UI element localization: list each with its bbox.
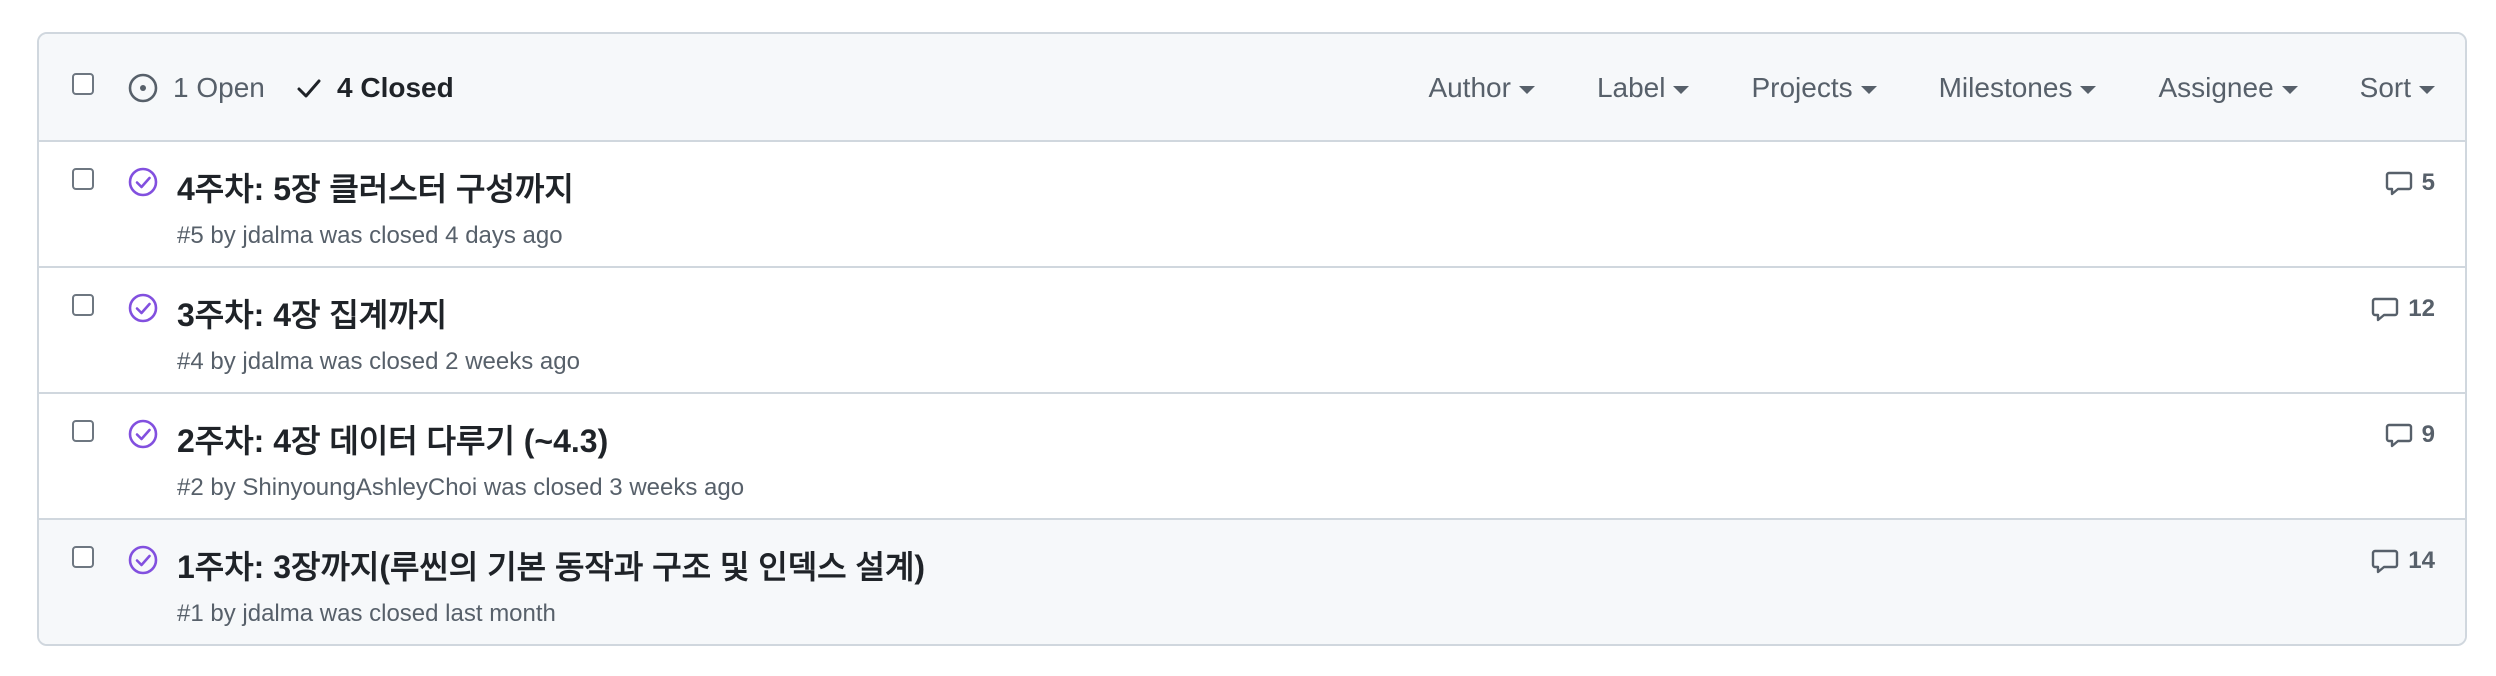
issue-comment-count: 5 xyxy=(2421,169,2435,196)
issue-opened-icon xyxy=(128,73,158,103)
issue-comments-link[interactable]: 9 xyxy=(2384,420,2435,450)
author-filter[interactable]: Author xyxy=(1428,72,1535,104)
caret-down-icon xyxy=(2281,86,2298,94)
issue-title-link[interactable]: 2주차: 4장 데이터 다루기 (~4.3) xyxy=(177,416,608,462)
issue-meta: #1 by jdalma was closed last month xyxy=(177,600,556,628)
issue-comment-count: 14 xyxy=(2408,547,2435,574)
caret-down-icon xyxy=(2419,86,2435,94)
issues-list: 1 Open 4 Closed Author Label Projects Mi… xyxy=(37,32,2467,646)
comment-icon xyxy=(2385,171,2412,196)
assignee-filter[interactable]: Assignee xyxy=(2158,72,2298,104)
issue-comments-link[interactable]: 12 xyxy=(2370,294,2435,324)
issue-comments-link[interactable]: 14 xyxy=(2370,546,2435,576)
issue-row: 2주차: 4장 데이터 다루기 (~4.3) #2 by ShinyoungAs… xyxy=(39,394,2465,520)
issue-author-link[interactable]: jdalma xyxy=(242,222,313,249)
issue-row: 3주차: 4장 집계까지 #4 by jdalma was closed 2 w… xyxy=(39,268,2465,394)
check-circle-icon xyxy=(128,293,158,323)
issue-author-link[interactable]: ShinyoungAshleyChoi xyxy=(242,474,477,501)
sort-filter[interactable]: Sort xyxy=(2360,72,2435,104)
label-filter-label: Label xyxy=(1596,72,1666,103)
comment-icon xyxy=(2385,423,2412,448)
issue-number: #2 xyxy=(177,474,204,501)
milestones-filter-label: Milestones xyxy=(1938,72,2073,103)
issues-list-header: 1 Open 4 Closed Author Label Projects Mi… xyxy=(39,34,2465,142)
issue-meta: #2 by ShinyoungAshleyChoi was closed 3 w… xyxy=(177,474,744,502)
comment-icon xyxy=(2372,297,2399,322)
issue-meta: #5 by jdalma was closed 4 days ago xyxy=(177,222,563,250)
issue-closed-text: was closed 3 weeks ago xyxy=(483,474,745,501)
caret-down-icon xyxy=(1673,86,1690,94)
issue-checkbox[interactable] xyxy=(72,546,94,568)
issue-comment-count: 9 xyxy=(2421,421,2435,448)
assignee-filter-label: Assignee xyxy=(2158,72,2274,103)
check-circle-icon xyxy=(128,419,158,449)
issue-number: #4 xyxy=(177,348,204,375)
caret-down-icon xyxy=(1518,86,1535,94)
select-all-checkbox[interactable] xyxy=(72,73,94,95)
comment-icon xyxy=(2372,549,2399,574)
issue-checkbox[interactable] xyxy=(72,420,94,442)
closed-issues-filter[interactable]: 4 Closed xyxy=(295,34,454,142)
issue-number: #5 xyxy=(177,222,204,249)
issue-row: 4주차: 5장 클러스터 구성까지 #5 by jdalma was close… xyxy=(39,142,2465,268)
issue-author-link[interactable]: jdalma xyxy=(242,348,313,375)
issue-number: #1 xyxy=(177,600,204,627)
sort-filter-label: Sort xyxy=(2359,72,2411,103)
caret-down-icon xyxy=(1860,86,1877,94)
issue-comments-link[interactable]: 5 xyxy=(2384,168,2435,198)
label-filter[interactable]: Label xyxy=(1597,72,1690,104)
check-icon xyxy=(297,79,321,98)
issue-checkbox[interactable] xyxy=(72,294,94,316)
issue-by: by xyxy=(210,600,236,627)
check-circle-icon xyxy=(128,545,158,575)
caret-down-icon xyxy=(2080,86,2097,94)
issue-closed-text: was closed 4 days ago xyxy=(319,222,563,249)
issue-by: by xyxy=(210,222,236,249)
check-circle-icon xyxy=(128,167,158,197)
issue-title-link[interactable]: 4주차: 5장 클러스터 구성까지 xyxy=(177,164,574,210)
issue-by: by xyxy=(210,474,236,501)
projects-filter-label: Projects xyxy=(1751,72,1853,103)
issue-row: 1주차: 3장까지(루씬의 기본 동작과 구조 및 인덱스 설계) #1 by … xyxy=(39,520,2465,644)
closed-issues-label: 4 Closed xyxy=(337,72,454,103)
author-filter-label: Author xyxy=(1428,72,1511,103)
projects-filter[interactable]: Projects xyxy=(1751,72,1877,104)
issue-by: by xyxy=(210,348,236,375)
issue-author-link[interactable]: jdalma xyxy=(242,600,313,627)
issue-title-link[interactable]: 3주차: 4장 집계까지 xyxy=(177,290,447,336)
issue-closed-text: was closed 2 weeks ago xyxy=(319,348,580,375)
milestones-filter[interactable]: Milestones xyxy=(1939,72,2097,104)
open-issues-filter[interactable]: 1 Open xyxy=(127,34,265,142)
issue-title-link[interactable]: 1주차: 3장까지(루씬의 기본 동작과 구조 및 인덱스 설계) xyxy=(177,542,925,588)
issue-checkbox[interactable] xyxy=(72,168,94,190)
filter-bar: Author Label Projects Milestones Assigne… xyxy=(1428,34,2435,142)
issue-closed-text: was closed last month xyxy=(319,600,556,627)
issue-meta: #4 by jdalma was closed 2 weeks ago xyxy=(177,348,580,376)
open-issues-label: 1 Open xyxy=(173,72,265,103)
issue-comment-count: 12 xyxy=(2408,295,2435,322)
